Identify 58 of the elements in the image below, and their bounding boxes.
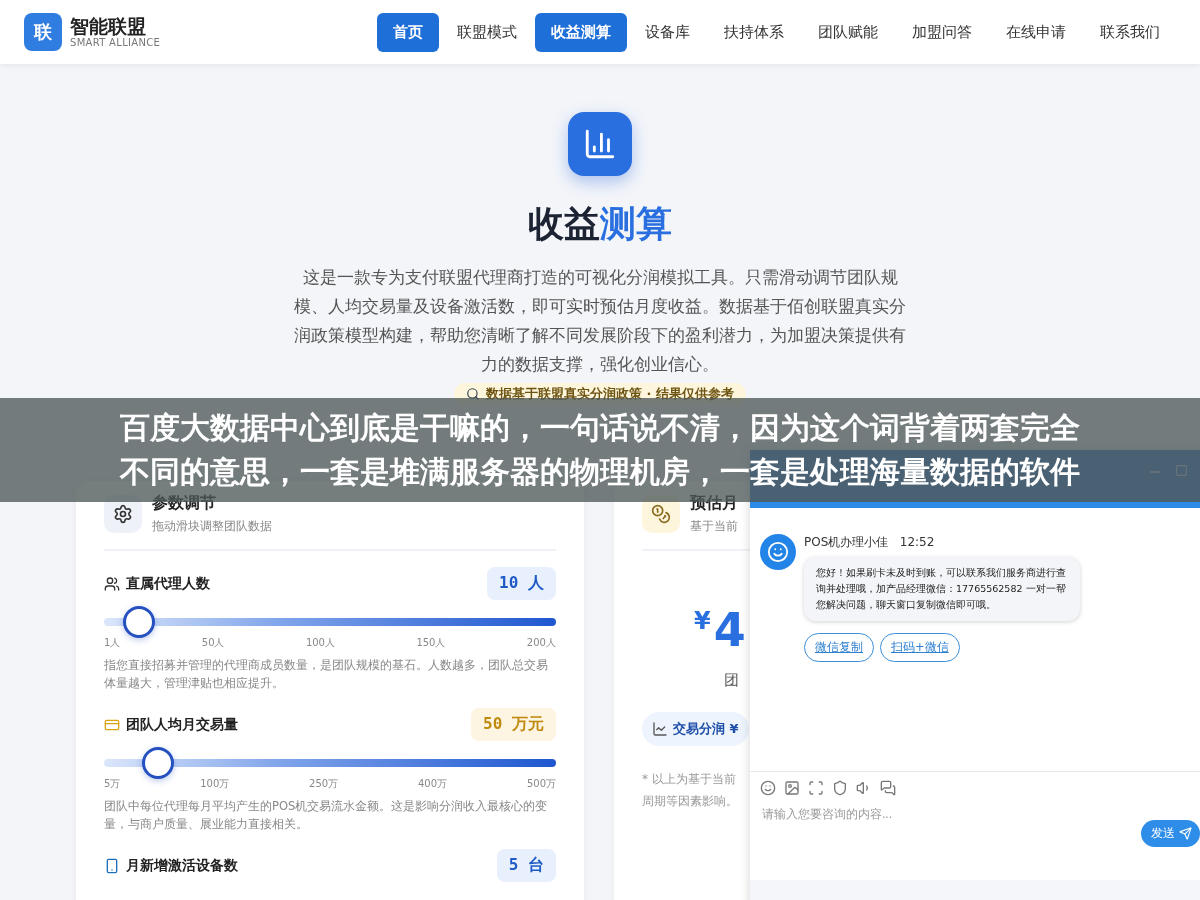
estimate-caption: 团 <box>724 671 740 690</box>
value-readout: 50 万元 <box>471 708 556 741</box>
people-icon <box>104 575 120 592</box>
tick-label: 50人 <box>201 636 225 650</box>
nav-link[interactable]: 联盟模式 <box>441 12 533 52</box>
slider-thumb[interactable] <box>122 606 155 638</box>
search-icon <box>466 387 480 401</box>
line-chart-icon <box>652 721 668 737</box>
tick-label: 250万 <box>309 777 339 791</box>
value-readout: 5 台 <box>496 849 556 882</box>
tick-label: 100万 <box>200 777 230 791</box>
slider-label: 直属代理人数 <box>126 574 210 593</box>
estimate-amount: 4 <box>713 607 746 653</box>
footnote: * 以上为基于当前 周期等因素影响。 <box>642 771 739 810</box>
nav-link[interactable]: 收益测算 <box>535 12 627 52</box>
tick-label: 1人 <box>104 636 121 650</box>
tick-label: 5万 <box>104 777 121 791</box>
nav-link[interactable]: 在线申请 <box>990 12 1082 52</box>
bar-chart-icon <box>568 112 632 176</box>
screenshot-icon[interactable] <box>808 780 824 796</box>
page-description: 这是一款专为支付联盟代理商打造的可视化分润模拟工具。只需滑动调节团队规模、人均交易量及设备激活数，即可实时预估月度收益。数据基于佰创联盟真实分润政策模型构建，帮助您清晰了解不同发展阶段下的盈利潜力，为加盟决策提供有力的数据支撑，强化创业信心。 <box>293 266 907 376</box>
chat-bubbles-icon[interactable] <box>880 780 896 796</box>
page-title: 收益测算 <box>528 202 672 246</box>
tick-label: 100人 <box>305 636 335 650</box>
slider-label: 月新增激活设备数 <box>126 856 238 875</box>
currency-symbol: ¥ <box>694 607 711 635</box>
slider-description: 指您直接招募并管理的代理商成员数量，是团队规模的基石。人数越多，团队总交易体量越大，管理津贴也相应提升。 <box>104 657 549 692</box>
caption-line: 百度大数据中心到底是干嘛的，一句话说不清，因为这个词背着两套完全 <box>120 409 1080 447</box>
tick-label: 150人 <box>416 636 446 650</box>
nav-link[interactable]: 团队赋能 <box>802 12 894 52</box>
disclaimer-note: 数据基于联盟真实分润政策 · 结果仅供参考 <box>486 385 734 403</box>
value-readout: 10 人 <box>487 567 556 600</box>
nav-link[interactable]: 扶持体系 <box>708 12 800 52</box>
shield-icon[interactable] <box>832 780 848 796</box>
brand-name: 智能联盟 <box>70 16 147 37</box>
tick-label: 500万 <box>526 777 556 791</box>
phone-icon <box>104 857 120 874</box>
tick-label: 200人 <box>526 636 556 650</box>
brand-tagline: SMART ALLIANCE <box>70 36 161 48</box>
share-chip: 交易分润 ¥ <box>642 712 749 746</box>
tick-label: 400万 <box>418 777 448 791</box>
message-meta: POS机办理小佳 12:52 <box>804 534 936 551</box>
card-subtitle: 拖动滑块调整团队数据 <box>152 518 272 535</box>
caption-line: 不同的意思，一套是堆满服务器的物理机房，一套是处理海量数据的软件 <box>120 453 1080 491</box>
slider-description: 团队中每位代理每月平均产生的POS机交易流水金额。这是影响分润收入最核心的变量，与商户质量、展业能力直接相关。 <box>104 798 549 833</box>
chat-message: 您好！如果刷卡未及时到账，可以联系我们服务商进行查询并处理哦，加产品经理微信：17765562582 一对一帮您解决问题，聊天窗口复制微信即可哦。 <box>804 557 1080 621</box>
slider-thumb[interactable] <box>141 747 174 779</box>
agent-avatar <box>760 534 796 570</box>
emoji-icon[interactable] <box>760 780 776 796</box>
logo-mark: 联 <box>24 13 62 51</box>
card-subtitle: 基于当前 <box>690 518 738 535</box>
slider-label: 团队人均月交易量 <box>126 715 238 734</box>
nav-link[interactable]: 首页 <box>377 12 439 52</box>
nav-link[interactable]: 加盟问答 <box>896 12 988 52</box>
image-icon[interactable] <box>784 780 800 796</box>
send-icon <box>1179 827 1192 840</box>
nav-link[interactable]: 设备库 <box>629 12 706 52</box>
nav-link[interactable]: 联系我们 <box>1084 12 1176 52</box>
